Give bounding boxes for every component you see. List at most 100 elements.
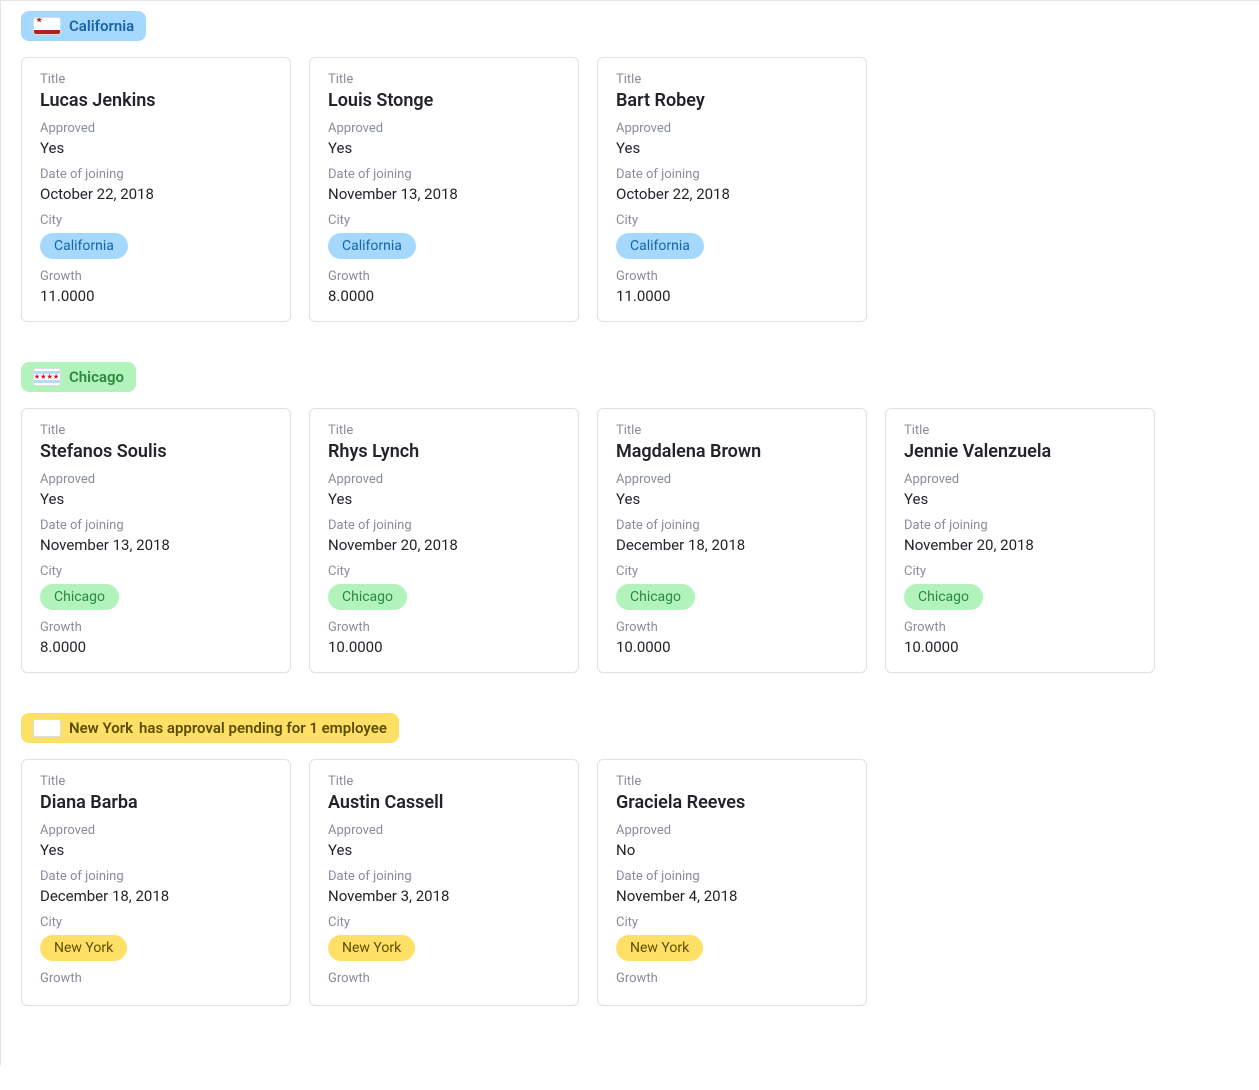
label-growth: Growth xyxy=(328,971,560,986)
field-city: City Chicago xyxy=(904,564,1136,610)
label-date: Date of joining xyxy=(328,518,560,533)
value-date: November 4, 2018 xyxy=(616,887,848,905)
group-header[interactable]: New Yorkhas approval pending for 1 emplo… xyxy=(21,713,399,743)
label-city: City xyxy=(904,564,1136,579)
record-card[interactable]: Title Rhys Lynch ApprovedYes Date of joinin… xyxy=(309,408,579,673)
label-title: Title xyxy=(328,72,560,87)
label-date: Date of joining xyxy=(328,167,560,182)
value-date: November 20, 2018 xyxy=(904,536,1136,554)
city-tag[interactable]: Chicago xyxy=(616,584,695,610)
value-date: November 3, 2018 xyxy=(328,887,560,905)
label-date: Date of joining xyxy=(904,518,1136,533)
value-growth: 11.0000 xyxy=(616,287,848,305)
field-growth: Growth10.0000 xyxy=(904,620,1136,656)
group-name: California xyxy=(69,17,134,35)
label-title: Title xyxy=(328,423,560,438)
label-growth: Growth xyxy=(40,971,272,986)
field-city: City Chicago xyxy=(40,564,272,610)
record-card[interactable]: TitleLucas JenkinsApprovedYesDate of joi… xyxy=(21,57,291,322)
label-growth: Growth xyxy=(616,620,848,635)
field-approved: ApprovedYes xyxy=(40,823,272,859)
record-card[interactable]: TitleGraciela ReevesApprovedNoDate of jo… xyxy=(597,759,867,1006)
flag-icon xyxy=(33,17,61,35)
value-growth: 10.0000 xyxy=(616,638,848,656)
value-title: Magdalena Brown xyxy=(616,441,848,462)
value-title: Diana Barba xyxy=(40,792,272,813)
field-date: Date of joining November 3, 2018 xyxy=(328,869,560,905)
record-card[interactable]: TitleLouis StongeApprovedYesDate of join… xyxy=(309,57,579,322)
label-city: City xyxy=(328,915,560,930)
label-title: Title xyxy=(616,423,848,438)
label-growth: Growth xyxy=(328,620,560,635)
value-approved: Yes xyxy=(616,139,848,157)
label-approved: Approved xyxy=(40,823,272,838)
group-header[interactable]: California xyxy=(21,11,146,41)
value-title: Rhys Lynch xyxy=(328,441,560,462)
field-approved: Approved Yes xyxy=(616,121,848,157)
field-title: TitleJennie Valenzuela xyxy=(904,423,1136,462)
city-tag[interactable]: California xyxy=(40,233,128,259)
group-suffix: has approval pending for 1 employee xyxy=(139,719,387,737)
value-date: December 18, 2018 xyxy=(616,536,848,554)
label-approved: Approved xyxy=(616,823,848,838)
value-title: Bart Robey xyxy=(616,90,848,111)
field-date: Date of joiningNovember 20, 2018 xyxy=(328,518,560,554)
record-card[interactable]: TitleBart RobeyApprovedYesDate of joinin… xyxy=(597,57,867,322)
field-growth: Growth xyxy=(328,971,560,986)
label-date: Date of joining xyxy=(40,869,272,884)
field-growth: Growth10.0000 xyxy=(328,620,560,656)
field-city: City Chicago xyxy=(616,564,848,610)
city-tag[interactable]: New York xyxy=(328,935,415,961)
record-card[interactable]: TitleMagdalena BrownApprovedYesDate of j… xyxy=(597,408,867,673)
field-growth: Growth8.0000 xyxy=(40,620,272,656)
city-tag[interactable]: California xyxy=(616,233,704,259)
city-tag[interactable]: New York xyxy=(616,935,703,961)
field-title: Title Rhys Lynch xyxy=(328,423,560,462)
city-tag[interactable]: California xyxy=(328,233,416,259)
value-growth: 8.0000 xyxy=(328,287,560,305)
card-groups-container: California Title Lucas Jenkins Approved Yes D… xyxy=(21,11,1239,1006)
field-approved: ApprovedYes xyxy=(328,472,560,508)
field-date: Date of joining November 20, 2018 xyxy=(904,518,1136,554)
group-header[interactable]: ★★★★Chicago xyxy=(21,362,136,392)
label-title: Title xyxy=(904,423,1136,438)
value-approved: Yes xyxy=(328,139,560,157)
field-growth: Growth11.0000 xyxy=(616,269,848,305)
cards-row: TitleStefanos SoulisApprovedYesDate of j… xyxy=(21,408,1239,673)
city-tag[interactable]: Chicago xyxy=(328,584,407,610)
value-approved: Yes xyxy=(328,841,560,859)
value-date: October 22, 2018 xyxy=(616,185,848,203)
value-title: Lucas Jenkins xyxy=(40,90,272,111)
record-card[interactable]: TitleStefanos SoulisApprovedYesDate of j… xyxy=(21,408,291,673)
record-card[interactable]: TitleJennie Valenzuela ApprovedYes Date of… xyxy=(885,408,1155,673)
label-title: Title xyxy=(328,774,560,789)
value-title: Stefanos Soulis xyxy=(40,441,272,462)
value-approved: Yes xyxy=(904,490,1136,508)
label-date: Date of joining xyxy=(328,869,560,884)
field-approved: ApprovedYes xyxy=(904,472,1136,508)
city-tag[interactable]: New York xyxy=(40,935,127,961)
label-city: City xyxy=(616,564,848,579)
label-approved: Approved xyxy=(616,472,848,487)
label-approved: Approved xyxy=(328,121,560,136)
group: ★★★★ChicagoTitleStefanos SoulisApprovedY… xyxy=(21,362,1239,673)
label-city: City xyxy=(40,564,272,579)
field-approved: ApprovedYes xyxy=(40,121,272,157)
city-tag[interactable]: Chicago xyxy=(40,584,119,610)
field-growth: Growth xyxy=(40,971,272,986)
label-city: City xyxy=(40,915,272,930)
value-approved: No xyxy=(616,841,848,859)
record-card[interactable]: TitleDiana BarbaApprovedYesDate of joini… xyxy=(21,759,291,1006)
field-city: City New York xyxy=(328,915,560,961)
field-title: TitleGraciela Reeves xyxy=(616,774,848,813)
group-name: Chicago xyxy=(69,368,124,386)
value-approved: Yes xyxy=(40,490,272,508)
field-growth: Growth8.0000 xyxy=(328,269,560,305)
record-card[interactable]: TitleAustin Cassell ApprovedYes Date of jo… xyxy=(309,759,579,1006)
field-date: Date of joiningOctober 22, 2018 xyxy=(40,167,272,203)
label-approved: Approved xyxy=(616,121,848,136)
city-tag[interactable]: Chicago xyxy=(904,584,983,610)
field-approved: ApprovedYes xyxy=(328,823,560,859)
value-title: Graciela Reeves xyxy=(616,792,848,813)
field-title: TitleAustin Cassell xyxy=(328,774,560,813)
